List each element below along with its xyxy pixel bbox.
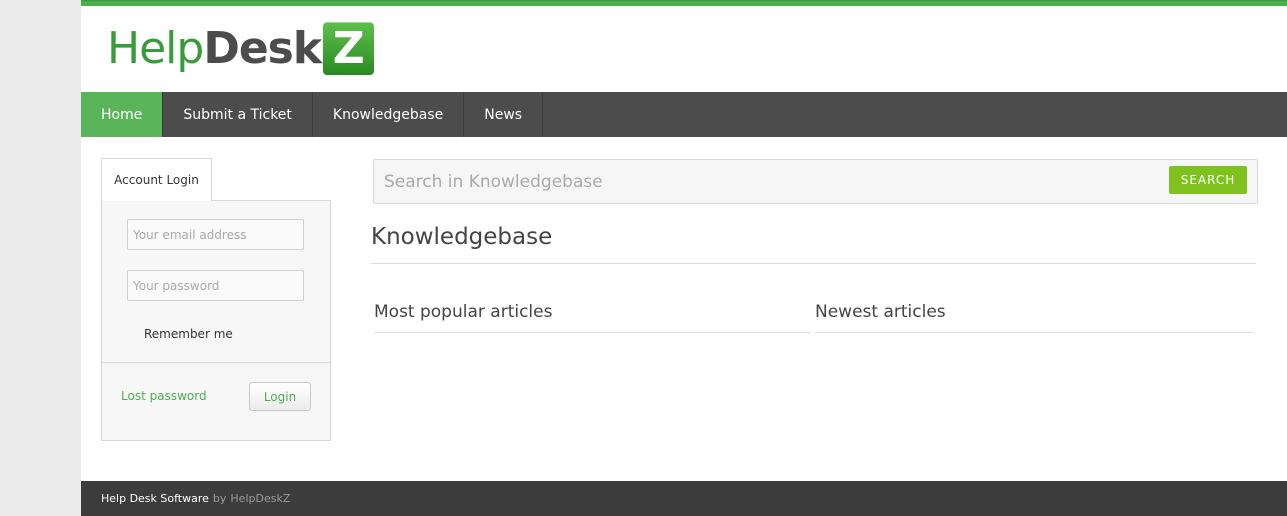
newest-heading: Newest articles [815, 302, 946, 322]
login-panel: Remember me Lost password Login [101, 200, 331, 441]
nav-item-knowledgebase[interactable]: Knowledgebase [313, 92, 465, 137]
footer-text[interactable]: Help Desk Software [101, 492, 209, 505]
most-popular-divider [374, 332, 811, 333]
newest-divider [815, 332, 1253, 333]
nav-item-submit-ticket[interactable]: Submit a Ticket [163, 92, 313, 137]
kb-search-bar: SEARCH [373, 159, 1258, 204]
login-divider [102, 362, 330, 363]
top-accent-bar [81, 0, 1287, 6]
most-popular-heading: Most popular articles [374, 302, 553, 322]
title-divider [371, 263, 1256, 264]
logo-help-text: Help [107, 22, 204, 74]
search-button[interactable]: SEARCH [1169, 166, 1247, 194]
lost-password-link[interactable]: Lost password [121, 389, 207, 403]
nav-item-news[interactable]: News [464, 92, 544, 137]
remember-me-label[interactable]: Remember me [144, 327, 233, 341]
logo-wordmark: Help Desk [107, 22, 322, 74]
logo-z-badge: Z [323, 22, 375, 75]
footer-by: by [212, 492, 227, 505]
logo-desk-text: Desk [203, 22, 322, 74]
page-wrapper: Help Desk Z Home Submit a Ticket Knowledg… [81, 0, 1287, 516]
kb-search-input[interactable] [374, 160, 1164, 203]
nav-item-home[interactable]: Home [81, 92, 164, 137]
helpdeskz-logo[interactable]: Help Desk Z [107, 22, 375, 75]
main-navbar: Home Submit a Ticket Knowledgebase News [81, 92, 1287, 137]
password-field[interactable] [127, 270, 304, 301]
account-login-tab[interactable]: Account Login [101, 158, 212, 201]
login-button[interactable]: Login [249, 382, 311, 411]
page-footer: Help Desk Software by HelpDeskZ [81, 481, 1287, 516]
page-title: Knowledgebase [371, 224, 553, 250]
email-field[interactable] [127, 219, 304, 250]
footer-brand-link[interactable]: HelpDeskZ [230, 492, 290, 505]
